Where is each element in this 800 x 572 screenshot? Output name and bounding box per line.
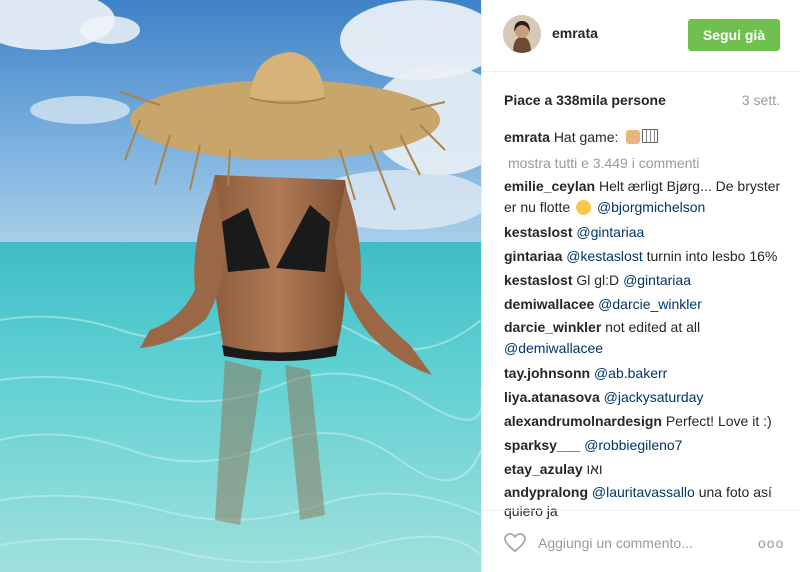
caption-username[interactable]: emrata: [504, 129, 550, 145]
comment-username[interactable]: liya.atanasova: [504, 389, 600, 405]
comment: kestaslost Gl gl:D @gintariaa: [504, 268, 782, 292]
view-all-comments[interactable]: mostra tutti e 3.449 i commenti: [504, 151, 782, 175]
comment: kestaslost @gintariaa: [504, 220, 782, 244]
comment-mention[interactable]: @jackysaturday: [604, 389, 704, 405]
relieved-face-emoji: [576, 200, 592, 215]
comment-username[interactable]: gintariaa: [504, 248, 562, 264]
comment-bar: Aggiungi un commento... ooo: [482, 510, 800, 572]
username-link[interactable]: emrata: [552, 25, 598, 41]
comment-text: ואו: [586, 461, 603, 477]
heart-icon[interactable]: [504, 533, 526, 553]
avatar[interactable]: [503, 15, 541, 53]
comment-username[interactable]: kestaslost: [504, 272, 572, 288]
comment-mention[interactable]: @demiwallacee: [504, 340, 603, 356]
comment-mention[interactable]: @ab.bakerr: [594, 365, 667, 381]
comment-mention[interactable]: @bjorgmichelson: [597, 199, 705, 215]
comment-username[interactable]: demiwallacee: [504, 296, 594, 312]
comments-list: emrata Hat game: mostra tutti e 3.449 i …: [504, 125, 782, 521]
following-button[interactable]: Segui già: [688, 19, 780, 51]
comment-text: Perfect! Love it :): [665, 413, 772, 429]
comment-username[interactable]: alexandrumolnardesign: [504, 413, 662, 429]
comment-username[interactable]: emilie_ceylan: [504, 178, 595, 194]
comment-mention[interactable]: @gintariaa: [576, 224, 644, 240]
comment-username[interactable]: etay_azulay: [504, 461, 583, 477]
beach-photo: [0, 0, 481, 572]
post-photo[interactable]: [0, 0, 481, 572]
comment: etay_azulay ואו: [504, 457, 782, 481]
more-options-icon[interactable]: ooo: [758, 535, 784, 551]
comment-mention[interactable]: @lauritavassallo: [592, 484, 695, 500]
post-time[interactable]: 3 sett.: [742, 92, 780, 108]
comment-input[interactable]: Aggiungi un commento...: [538, 535, 693, 551]
comment: emilie_ceylan Helt ærligt Bjørg... De br…: [504, 176, 782, 218]
post-sidebar: emrata Segui già Piace a 338mila persone…: [481, 0, 800, 572]
likes-count[interactable]: Piace a 338mila persone: [504, 92, 666, 108]
comment-username[interactable]: tay.johnsonn: [504, 365, 590, 381]
comment-text: not edited at all: [605, 319, 701, 335]
comment-mention[interactable]: @gintariaa: [623, 272, 691, 288]
flexed-arm-emoji: [626, 130, 641, 144]
comment: tay.johnsonn @ab.bakerr: [504, 361, 782, 385]
comment-mention[interactable]: @kestaslost: [566, 248, 642, 264]
comment-mention[interactable]: @darcie_winkler: [598, 296, 702, 312]
comment-text: turnin into lesbo 16%: [646, 248, 778, 264]
comment-username[interactable]: kestaslost: [504, 224, 572, 240]
instagram-post: emrata Segui già Piace a 338mila persone…: [0, 0, 800, 572]
comment: demiwallacee @darcie_winkler: [504, 292, 782, 316]
caption-text: Hat game:: [553, 129, 619, 145]
caption: emrata Hat game:: [504, 125, 782, 149]
comment: darcie_winkler not edited at all @demiwa…: [504, 317, 782, 359]
likes-row: Piace a 338mila persone 3 sett.: [504, 92, 780, 108]
comment-username[interactable]: sparksy___: [504, 437, 580, 453]
comment: liya.atanasova @jackysaturday: [504, 385, 782, 409]
post-header: emrata Segui già: [482, 0, 800, 72]
comment-username[interactable]: andypralong: [504, 484, 588, 500]
comment: gintariaa @kestaslost turnin into lesbo …: [504, 244, 782, 268]
comment: alexandrumolnardesign Perfect! Love it :…: [504, 409, 782, 433]
comment-mention[interactable]: @robbiegileno7: [584, 437, 682, 453]
comment-username[interactable]: darcie_winkler: [504, 319, 601, 335]
comment-text: Gl gl:D: [576, 272, 620, 288]
calendar-emoji: [642, 129, 659, 143]
comment: sparksy___ @robbiegileno7: [504, 433, 782, 457]
view-all-comments-label[interactable]: mostra tutti e 3.449 i commenti: [504, 155, 699, 171]
